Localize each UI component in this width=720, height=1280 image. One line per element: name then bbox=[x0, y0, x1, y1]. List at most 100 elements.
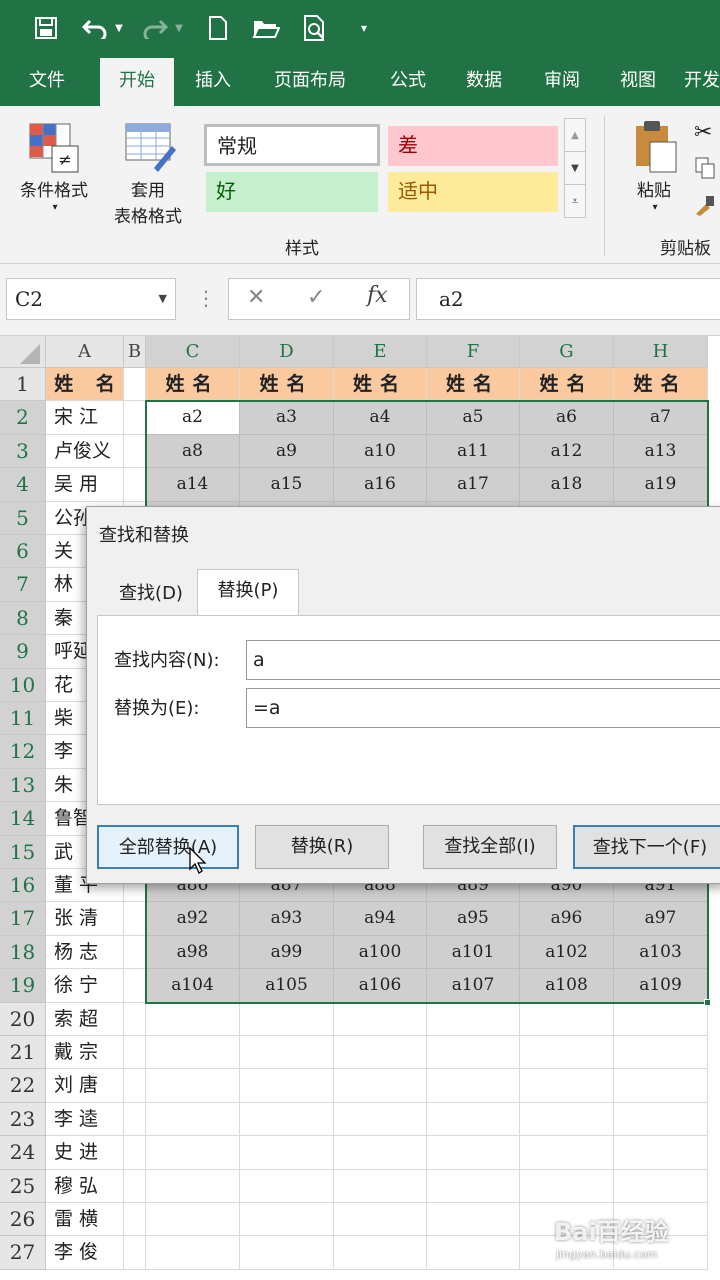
grid-cell[interactable] bbox=[124, 969, 146, 1003]
column-header[interactable]: A bbox=[46, 336, 124, 368]
cancel-icon[interactable]: ✕ bbox=[247, 285, 265, 310]
data-cell[interactable]: a98 bbox=[146, 935, 240, 970]
grid-cell[interactable] bbox=[124, 1102, 146, 1137]
grid-cell[interactable] bbox=[427, 1069, 520, 1103]
gallery-more-icon[interactable]: ⩡ bbox=[565, 185, 585, 217]
data-cell[interactable]: a93 bbox=[240, 902, 334, 936]
grid-cell[interactable] bbox=[614, 1102, 708, 1137]
grid-cell[interactable] bbox=[427, 1236, 520, 1270]
tab-insert[interactable]: 插入 bbox=[180, 58, 246, 106]
data-cell[interactable]: a97 bbox=[614, 902, 708, 936]
row-header[interactable]: 4 bbox=[0, 468, 46, 502]
grid-cell[interactable] bbox=[240, 1069, 334, 1103]
row-header[interactable]: 21 bbox=[0, 1036, 46, 1070]
row-header[interactable]: 3 bbox=[0, 434, 46, 469]
grid-cell[interactable] bbox=[124, 1036, 146, 1070]
paste-icon[interactable] bbox=[632, 118, 678, 174]
data-cell[interactable]: a16 bbox=[334, 468, 427, 502]
grid-cell[interactable] bbox=[614, 1036, 708, 1070]
name-cell[interactable]: 刘 唐 bbox=[46, 1069, 124, 1103]
format-as-table-label-2[interactable]: 表格格式 bbox=[98, 202, 198, 227]
tab-page-layout[interactable]: 页面布局 bbox=[262, 58, 358, 106]
grid-cell[interactable] bbox=[614, 1136, 708, 1170]
fill-handle[interactable] bbox=[704, 998, 711, 1006]
header-cell[interactable]: 姓名 bbox=[334, 368, 427, 402]
grid-cell[interactable] bbox=[427, 1002, 520, 1036]
grid-cell[interactable] bbox=[427, 1169, 520, 1203]
tab-data[interactable]: 数据 bbox=[452, 58, 516, 106]
name-cell[interactable]: 杨 志 bbox=[46, 935, 124, 970]
data-cell[interactable]: a3 bbox=[240, 401, 334, 435]
style-bad[interactable]: 差 bbox=[388, 126, 558, 166]
grid-cell[interactable] bbox=[520, 1136, 614, 1170]
header-cell[interactable]: 姓名 bbox=[427, 368, 520, 402]
data-cell[interactable]: a96 bbox=[520, 902, 614, 936]
data-cell[interactable]: a6 bbox=[520, 401, 614, 435]
gallery-down-icon[interactable]: ▼ bbox=[565, 152, 585, 185]
grid-cell[interactable] bbox=[124, 468, 146, 502]
grid-cell[interactable] bbox=[124, 1169, 146, 1203]
grid-cell[interactable] bbox=[146, 1236, 240, 1270]
cut-icon[interactable]: ✂ bbox=[694, 120, 712, 145]
grid-cell[interactable] bbox=[334, 1136, 427, 1170]
name-cell[interactable]: 徐 宁 bbox=[46, 969, 124, 1003]
row-header[interactable]: 22 bbox=[0, 1069, 46, 1103]
grid-cell[interactable] bbox=[334, 1203, 427, 1237]
name-cell[interactable]: 李 逵 bbox=[46, 1102, 124, 1137]
gallery-up-icon[interactable]: ▲ bbox=[565, 119, 585, 152]
data-cell[interactable]: a19 bbox=[614, 468, 708, 502]
row-header[interactable]: 18 bbox=[0, 935, 46, 970]
grid-cell[interactable] bbox=[520, 1036, 614, 1070]
format-painter-icon[interactable] bbox=[694, 194, 716, 216]
grid-cell[interactable] bbox=[124, 368, 146, 402]
grid-cell[interactable] bbox=[124, 935, 146, 970]
replace-button[interactable]: 替换(R) bbox=[255, 825, 389, 869]
name-box[interactable]: C2 ▼ bbox=[6, 278, 176, 320]
name-cell[interactable]: 穆 弘 bbox=[46, 1169, 124, 1203]
print-preview-icon[interactable] bbox=[300, 12, 332, 44]
tab-file[interactable]: 文件 bbox=[14, 58, 80, 106]
row-header[interactable]: 1 bbox=[0, 368, 46, 402]
grid-cell[interactable] bbox=[124, 1236, 146, 1270]
column-header[interactable]: G bbox=[520, 336, 614, 368]
row-header[interactable]: 16 bbox=[0, 869, 46, 903]
grid-cell[interactable] bbox=[146, 1002, 240, 1036]
conditional-format-dropdown-icon[interactable]: ▾ bbox=[48, 202, 62, 213]
data-cell[interactable]: a12 bbox=[520, 434, 614, 469]
row-header[interactable]: 5 bbox=[0, 501, 46, 535]
row-header[interactable]: 26 bbox=[0, 1203, 46, 1237]
open-folder-icon[interactable] bbox=[250, 12, 282, 44]
data-cell[interactable]: a99 bbox=[240, 935, 334, 970]
grid-cell[interactable] bbox=[124, 401, 146, 435]
data-cell[interactable]: a10 bbox=[334, 434, 427, 469]
grid-cell[interactable] bbox=[146, 1203, 240, 1237]
grid-cell[interactable] bbox=[614, 1169, 708, 1203]
tab-developer[interactable]: 开发 bbox=[684, 58, 720, 106]
grid-cell[interactable] bbox=[146, 1102, 240, 1137]
row-header[interactable]: 24 bbox=[0, 1136, 46, 1170]
enter-icon[interactable]: ✓ bbox=[307, 285, 325, 310]
active-cell[interactable]: a2 bbox=[146, 401, 240, 435]
tab-view[interactable]: 视图 bbox=[606, 58, 670, 106]
grid-cell[interactable] bbox=[240, 1002, 334, 1036]
data-cell[interactable]: a11 bbox=[427, 434, 520, 469]
column-header[interactable]: H bbox=[614, 336, 708, 368]
conditional-format-label[interactable]: 条件格式 bbox=[8, 176, 100, 201]
undo-icon[interactable] bbox=[80, 12, 110, 44]
undo-dropdown-icon[interactable]: ▼ bbox=[112, 12, 126, 44]
row-header[interactable]: 8 bbox=[0, 601, 46, 636]
row-header[interactable]: 27 bbox=[0, 1236, 46, 1270]
grid-cell[interactable] bbox=[334, 1036, 427, 1070]
row-header[interactable]: 19 bbox=[0, 969, 46, 1003]
style-normal[interactable]: 常规 bbox=[204, 124, 380, 166]
replace-with-input[interactable]: =a bbox=[246, 688, 720, 728]
column-header[interactable]: E bbox=[334, 336, 427, 368]
data-cell[interactable]: a5 bbox=[427, 401, 520, 435]
row-header[interactable]: 11 bbox=[0, 702, 46, 736]
new-file-icon[interactable] bbox=[204, 12, 232, 44]
header-cell[interactable]: 姓名 bbox=[614, 368, 708, 402]
data-cell[interactable]: a9 bbox=[240, 434, 334, 469]
grid-cell[interactable] bbox=[124, 1069, 146, 1103]
name-cell[interactable]: 李 俊 bbox=[46, 1236, 124, 1270]
data-cell[interactable]: a15 bbox=[240, 468, 334, 502]
